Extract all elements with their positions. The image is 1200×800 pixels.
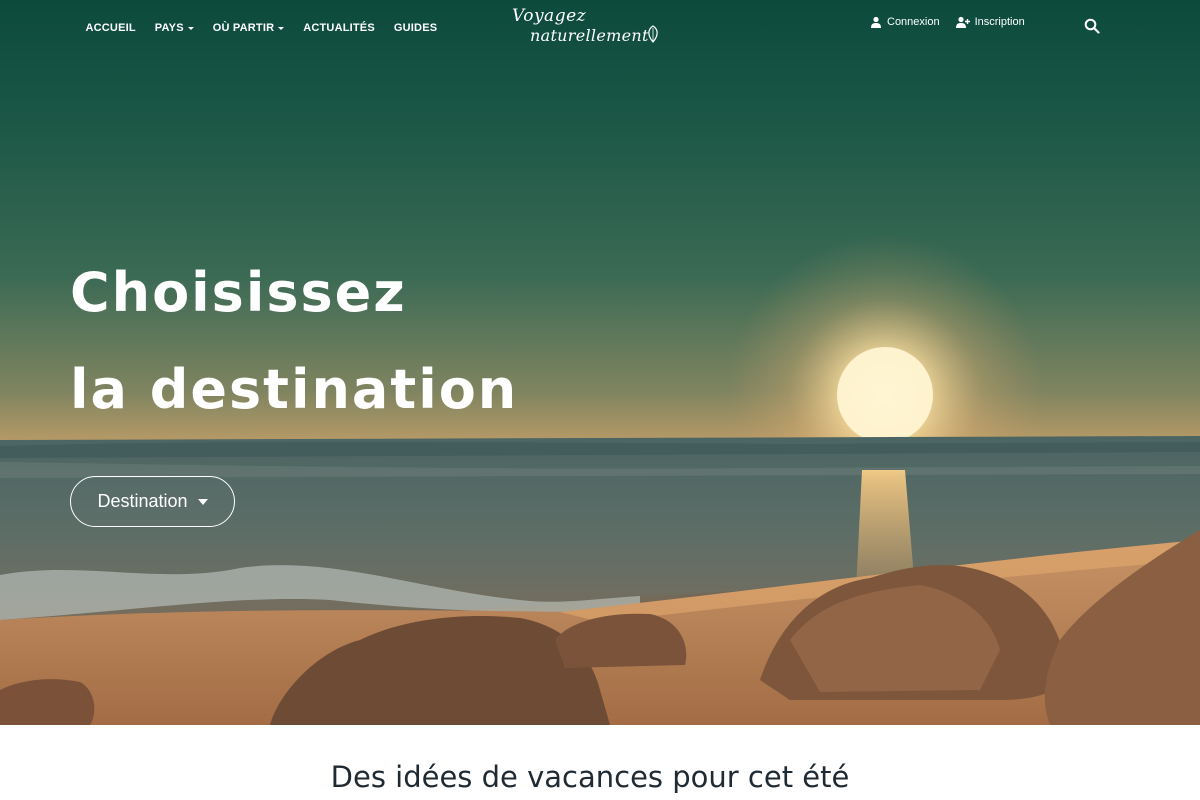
leaf-icon [648, 25, 658, 43]
account-links: Connexion Inscription [870, 16, 1025, 28]
nav-item-guides[interactable]: GUIDES [384, 20, 446, 36]
logo-text-line1: Voyagez [512, 6, 587, 26]
nav-item-label: OÙ PARTIR [212, 22, 275, 34]
headline-line1: Choisissez [70, 261, 407, 324]
logo-text-line2: naturellement [530, 26, 649, 45]
site-logo[interactable]: Voyagez naturellement [508, 6, 668, 50]
hero-banner: ACCUEIL PAYS OÙ PARTIR ACTUALITÉS GUIDES… [0, 0, 1200, 725]
nav-item-actualites[interactable]: ACTUALITÉS [294, 20, 385, 36]
hero-headline: Choisissez la destination [70, 244, 518, 438]
headline-line2: la destination [70, 358, 519, 421]
nav-item-label: PAYS [154, 22, 184, 34]
user-plus-icon [955, 16, 970, 28]
search-icon[interactable] [1084, 18, 1100, 34]
destination-button-label: Destination [97, 491, 188, 511]
section-title: Des idées de vacances pour cet été [330, 760, 850, 794]
nav-item-pays[interactable]: PAYS [145, 20, 203, 36]
login-label: Connexion [887, 16, 940, 28]
caret-down-icon [187, 26, 194, 30]
caret-down-icon [278, 26, 285, 30]
nav-item-label: GUIDES [393, 22, 438, 34]
destination-dropdown-button[interactable]: Destination [70, 476, 235, 527]
signup-label: Inscription [974, 16, 1025, 28]
main-menu: ACCUEIL PAYS OÙ PARTIR ACTUALITÉS GUIDES [76, 20, 447, 36]
nav-item-label: ACCUEIL [85, 22, 136, 34]
nav-item-ou-partir[interactable]: OÙ PARTIR [203, 20, 293, 36]
user-icon [871, 16, 881, 28]
signup-link[interactable]: Inscription [955, 16, 1025, 28]
nav-item-accueil[interactable]: ACCUEIL [76, 20, 145, 36]
chevron-down-icon [197, 499, 208, 505]
login-link[interactable]: Connexion [870, 16, 940, 28]
nav-item-label: ACTUALITÉS [303, 22, 375, 34]
top-navigation: ACCUEIL PAYS OÙ PARTIR ACTUALITÉS GUIDES… [0, 0, 1200, 56]
